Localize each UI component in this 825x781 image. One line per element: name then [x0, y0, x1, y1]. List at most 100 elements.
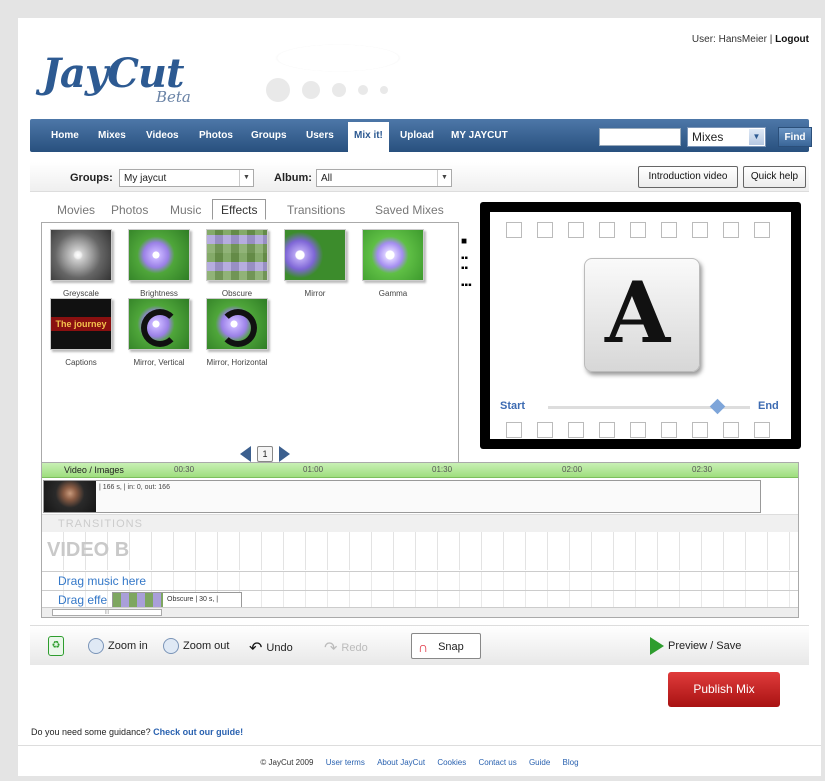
search-scope-select[interactable]: Mixes ▼ — [687, 127, 766, 147]
nav-upload[interactable]: Upload — [400, 130, 434, 141]
prev-page-icon[interactable] — [240, 446, 251, 462]
document-font-icon: A — [584, 258, 700, 372]
nav-mix-it[interactable]: Mix it! — [348, 122, 389, 152]
filter-bar: Groups: My jaycut ▼ Album: All ▼ Introdu… — [30, 162, 809, 192]
page-number: 1 — [257, 446, 274, 462]
find-button[interactable]: Find — [778, 127, 812, 147]
effect-name: Greyscale — [62, 289, 99, 298]
nav-groups[interactable]: Groups — [251, 130, 287, 141]
intro-video-button[interactable]: Introduction video — [638, 166, 738, 188]
tick-label: 00:30 — [174, 465, 195, 474]
redo-label: Redo — [341, 642, 368, 654]
recycle-icon[interactable]: ♻ — [48, 636, 64, 656]
tab-effects[interactable]: Effects — [212, 199, 267, 220]
nav-photos[interactable]: Photos — [199, 130, 233, 141]
footer-link-contact[interactable]: Contact us — [478, 758, 516, 767]
effect-thumbnail — [284, 229, 346, 281]
effects-library: Greyscale Brightness Obscure Mirror Gamm… — [41, 222, 459, 468]
tick-label: 02:00 — [562, 465, 583, 474]
trim-slider-handle[interactable] — [709, 398, 726, 415]
copyright: © JayCut 2009 — [260, 758, 314, 767]
footer-link-about[interactable]: About JayCut — [377, 758, 425, 767]
effect-name: Mirror, Vertical — [133, 358, 185, 367]
zoom-out-label: Zoom out — [183, 640, 230, 652]
preview-save-button[interactable]: Preview / Save — [650, 637, 741, 655]
chevron-down-icon: ▼ — [749, 129, 764, 145]
groups-select[interactable]: My jaycut ▼ — [119, 169, 254, 187]
video-clip-thumbnail — [44, 481, 96, 512]
timeline-scrollbar[interactable]: III — [42, 607, 798, 617]
effect-item-mirror-horizontal[interactable]: Mirror, Horizontal — [204, 298, 270, 367]
timeline-ruler: Video / Images 00:30 01:00 01:30 02:00 0… — [42, 463, 798, 478]
scrollbar-thumb[interactable]: III — [52, 609, 162, 616]
start-label: Start — [500, 400, 526, 412]
nav-home[interactable]: Home — [51, 130, 79, 141]
nav-my-jaycut[interactable]: MY JAYCUT — [451, 130, 508, 141]
footer-link-guide[interactable]: Guide — [529, 758, 550, 767]
groups-label: Groups: — [70, 172, 113, 184]
album-label: Album: — [274, 172, 312, 184]
tab-transitions[interactable]: Transitions — [287, 203, 345, 217]
redo-button[interactable]: ↷ Redo — [324, 638, 368, 658]
zoom-out-button[interactable]: Zoom out — [163, 638, 229, 654]
scrollbar-grip: III — [104, 610, 110, 616]
filmstrip-bottom — [506, 422, 770, 438]
effect-item-gamma[interactable]: Gamma — [360, 229, 426, 298]
effect-item-captions[interactable]: The journey Captions — [48, 298, 114, 367]
publish-mix-button[interactable]: Publish Mix — [668, 672, 780, 707]
music-track[interactable]: Drag music here — [42, 571, 798, 590]
filmstrip-top — [506, 222, 770, 238]
tab-music[interactable]: Music — [170, 203, 201, 217]
snap-button[interactable]: ∩ Snap — [411, 633, 481, 659]
album-select[interactable]: All ▼ — [316, 169, 452, 187]
timeline: Video / Images 00:30 01:00 01:30 02:00 0… — [41, 462, 799, 618]
music-drop-hint: Drag music here — [58, 574, 147, 588]
preview-screen: A Start End — [490, 212, 791, 439]
effect-name: Captions — [65, 358, 97, 367]
groups-value: My jaycut — [124, 173, 167, 184]
redo-icon: ↷ — [324, 640, 338, 657]
caption-sample-text: The journey — [51, 317, 111, 331]
video-b-track[interactable]: VIDEO B — [42, 532, 798, 570]
footer-link-cookies[interactable]: Cookies — [437, 758, 466, 767]
effect-thumbnail — [206, 298, 268, 350]
effect-item-mirror[interactable]: Mirror — [282, 229, 348, 298]
footer-link-blog[interactable]: Blog — [563, 758, 579, 767]
guide-link[interactable]: Check out our guide! — [153, 727, 243, 737]
zoom-in-label: Zoom in — [108, 640, 148, 652]
end-label: End — [758, 400, 779, 412]
view-medium-icon[interactable]: ▪▪ ▪▪ — [461, 254, 472, 274]
next-page-icon[interactable] — [279, 446, 291, 462]
nav-users[interactable]: Users — [306, 130, 334, 141]
effect-item-mirror-vertical[interactable]: Mirror, Vertical — [126, 298, 192, 367]
effect-item-obscure[interactable]: Obscure — [204, 229, 270, 298]
transitions-track[interactable]: TRANSITIONS — [42, 514, 798, 532]
logout-link[interactable]: Logout — [775, 34, 809, 45]
view-large-icon[interactable]: ■ — [461, 237, 472, 247]
quick-help-button[interactable]: Quick help — [743, 166, 806, 188]
undo-icon: ↶ — [249, 640, 263, 657]
tab-movies[interactable]: Movies — [57, 203, 95, 217]
guide-prompt: Do you need some guidance? Check out our… — [31, 727, 243, 737]
view-mode-icons: ■ ▪▪ ▪▪ ▪▪▪ — [461, 237, 472, 298]
footer-link-user-terms[interactable]: User terms — [326, 758, 365, 767]
track-label: Video / Images — [64, 465, 124, 475]
effect-item-brightness[interactable]: Brightness — [126, 229, 192, 298]
undo-button[interactable]: ↶ Undo — [249, 638, 293, 658]
tab-saved-mixes[interactable]: Saved Mixes — [375, 203, 444, 217]
effect-thumbnail — [50, 229, 112, 281]
search-input[interactable] — [599, 128, 681, 146]
effect-name: Brightness — [140, 289, 178, 298]
tab-photos[interactable]: Photos — [111, 203, 148, 217]
video-clip[interactable]: | 166 s, | in: 0, out: 166 — [43, 480, 761, 513]
video-clip-info: | 166 s, | in: 0, out: 166 — [99, 484, 170, 491]
zoom-in-button[interactable]: Zoom in — [88, 638, 148, 654]
effect-thumbnail — [128, 298, 190, 350]
tick-label: 02:30 — [692, 465, 713, 474]
nav-videos[interactable]: Videos — [146, 130, 179, 141]
play-icon — [650, 637, 664, 655]
view-small-icon[interactable]: ▪▪▪ — [461, 281, 472, 291]
effect-item-greyscale[interactable]: Greyscale — [48, 229, 114, 298]
chevron-down-icon: ▼ — [239, 170, 253, 186]
nav-mixes[interactable]: Mixes — [98, 130, 126, 141]
